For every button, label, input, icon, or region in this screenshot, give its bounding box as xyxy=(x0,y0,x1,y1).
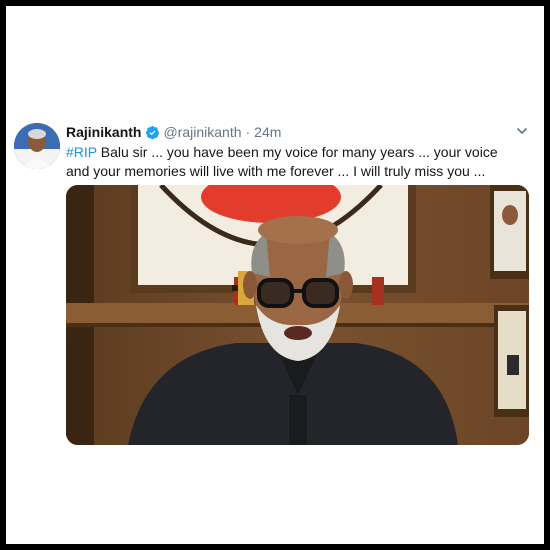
author-handle[interactable]: @rajinikanth xyxy=(163,124,241,140)
tweet-card: Rajinikanth @rajinikanth · 24m #RIP Balu… xyxy=(6,6,544,544)
chevron-down-icon[interactable] xyxy=(515,124,529,138)
tweet-header: Rajinikanth @rajinikanth · 24m xyxy=(66,122,281,142)
tweet-text: #RIP Balu sir ... you have been my voice… xyxy=(66,143,514,181)
avatar-image xyxy=(14,123,60,169)
avatar[interactable] xyxy=(14,123,60,169)
author-name[interactable]: Rajinikanth xyxy=(66,124,141,140)
tweet-video[interactable] xyxy=(66,185,529,445)
separator-dot: · xyxy=(245,124,251,140)
tweet-timestamp[interactable]: 24m xyxy=(254,124,281,140)
hashtag-link[interactable]: #RIP xyxy=(66,144,97,160)
video-frame-image xyxy=(66,185,529,445)
tweet-body: Balu sir ... you have been my voice for … xyxy=(66,144,498,179)
verified-badge-icon xyxy=(146,125,160,139)
